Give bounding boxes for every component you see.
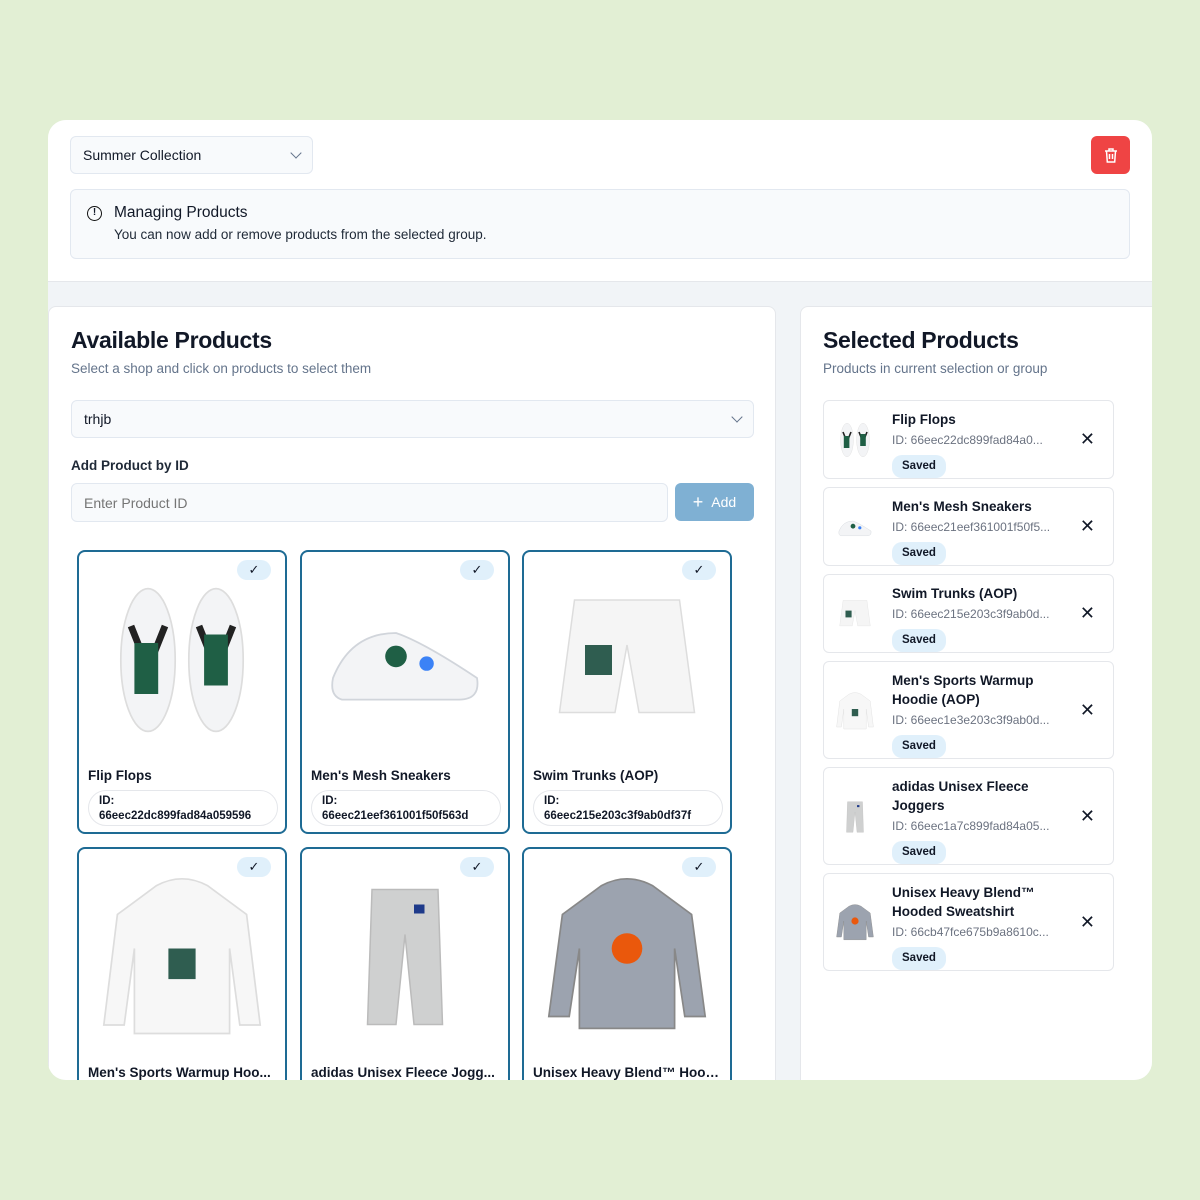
shop-select-value: trhjb bbox=[84, 411, 112, 427]
product-card[interactable]: ✓ adidas Unisex Fleece Jogg... bbox=[300, 847, 510, 1080]
plus-icon: + bbox=[692, 491, 704, 512]
app-frame: Summer Collection ! Managing Products Yo… bbox=[48, 120, 1152, 1080]
status-badge: Saved bbox=[892, 455, 946, 478]
product-thumbnail bbox=[834, 506, 876, 548]
add-product-button[interactable]: + Add bbox=[675, 483, 754, 521]
selected-products-panel: Selected Products Products in current se… bbox=[800, 306, 1152, 1080]
product-card[interactable]: ✓ Flip Flops ID: 66eec22dc899fad84a059596 bbox=[77, 550, 287, 834]
product-name: Men's Mesh Sneakers bbox=[311, 768, 451, 783]
id-value: 66eec215e203c3f9ab0df37f bbox=[544, 810, 692, 822]
id-label: ID: bbox=[99, 795, 115, 807]
item-name: Flip Flops bbox=[892, 412, 956, 427]
product-thumbnail bbox=[834, 796, 876, 838]
product-card[interactable]: ✓ Swim Trunks (AOP) ID: 66eec215e203c3f9a… bbox=[522, 550, 732, 834]
selected-item: Men's Mesh Sneakers ID: 66eec21eef361001f… bbox=[823, 487, 1114, 566]
id-value: 66eec21eef361001f50f563d bbox=[322, 810, 469, 822]
product-image bbox=[312, 859, 498, 1055]
add-by-id-label: Add Product by ID bbox=[71, 458, 189, 473]
product-id: ID: 66eec215e203c3f9ab0df37f bbox=[533, 790, 723, 826]
id-value: 66eec22dc899fad84a059596 bbox=[99, 810, 252, 822]
item-name: adidas Unisex Fleece Joggers bbox=[892, 779, 1029, 813]
status-badge: Saved bbox=[892, 629, 946, 652]
chevron-down-icon bbox=[290, 147, 302, 159]
status-badge: Saved bbox=[892, 947, 946, 970]
chevron-down-icon bbox=[731, 411, 743, 423]
product-card[interactable]: ✓ Unisex Heavy Blend™ Hood... bbox=[522, 847, 732, 1080]
product-image bbox=[312, 562, 498, 758]
item-id: ID: 66eec1a7c899fad84a05... bbox=[892, 819, 1050, 833]
trash-icon bbox=[1104, 147, 1117, 163]
status-badge: Saved bbox=[892, 735, 946, 758]
product-id: ID: 66eec22dc899fad84a059596 bbox=[88, 790, 278, 826]
selected-item: Swim Trunks (AOP) ID: 66eec215e203c3f9ab0… bbox=[823, 574, 1114, 653]
product-id: ID: 66eec21eef361001f50f563d bbox=[311, 790, 501, 826]
group-select-value: Summer Collection bbox=[83, 147, 202, 163]
available-title: Available Products bbox=[71, 327, 272, 353]
selected-title: Selected Products bbox=[823, 327, 1019, 353]
product-thumbnail bbox=[834, 902, 876, 944]
add-button-label: Add bbox=[711, 494, 737, 510]
product-image bbox=[89, 859, 275, 1055]
selected-item: Flip Flops ID: 66eec22dc899fad84a0... Save… bbox=[823, 400, 1114, 479]
selected-item: Men's Sports Warmup Hoodie (AOP) ID: 66ee… bbox=[823, 661, 1114, 759]
product-id-input[interactable] bbox=[71, 483, 668, 522]
status-badge: Saved bbox=[892, 841, 946, 864]
product-name: Men's Sports Warmup Hoo... bbox=[88, 1065, 271, 1080]
item-id: ID: 66eec215e203c3f9ab0d... bbox=[892, 607, 1050, 621]
product-name: adidas Unisex Fleece Jogg... bbox=[311, 1065, 495, 1080]
id-label: ID: bbox=[544, 795, 560, 807]
remove-item-button[interactable]: ✕ bbox=[1080, 912, 1095, 933]
item-id: ID: 66eec21eef361001f50f5... bbox=[892, 520, 1051, 534]
item-id: ID: 66cb47fce675b9a8610c... bbox=[892, 925, 1049, 939]
item-id: ID: 66eec22dc899fad84a0... bbox=[892, 433, 1043, 447]
status-badge: Saved bbox=[892, 542, 946, 565]
remove-item-button[interactable]: ✕ bbox=[1080, 516, 1095, 537]
selected-item: Unisex Heavy Blend™ Hooded Sweatshirt ID:… bbox=[823, 873, 1114, 971]
item-name: Unisex Heavy Blend™ Hooded Sweatshirt bbox=[892, 885, 1035, 919]
product-image bbox=[89, 562, 275, 758]
product-name: Unisex Heavy Blend™ Hood... bbox=[533, 1065, 723, 1080]
item-name: Men's Sports Warmup Hoodie (AOP) bbox=[892, 673, 1034, 707]
selected-subtitle: Products in current selection or group bbox=[823, 361, 1048, 376]
product-card[interactable]: ✓ Men's Mesh Sneakers ID: 66eec21eef36100… bbox=[300, 550, 510, 834]
alert-title: Managing Products bbox=[114, 204, 248, 221]
alert-circle-icon: ! bbox=[87, 206, 102, 221]
group-select[interactable]: Summer Collection bbox=[70, 136, 313, 174]
group-header: Summer Collection ! Managing Products Yo… bbox=[48, 120, 1152, 282]
available-subtitle: Select a shop and click on products to s… bbox=[71, 361, 372, 376]
product-image bbox=[534, 562, 720, 758]
product-card[interactable]: ✓ Men's Sports Warmup Hoo... bbox=[77, 847, 287, 1080]
product-name: Flip Flops bbox=[88, 768, 152, 783]
product-thumbnail bbox=[834, 419, 876, 461]
item-name: Swim Trunks (AOP) bbox=[892, 586, 1018, 601]
delete-group-button[interactable] bbox=[1091, 136, 1130, 174]
info-alert: ! Managing Products You can now add or r… bbox=[70, 189, 1130, 259]
remove-item-button[interactable]: ✕ bbox=[1080, 429, 1095, 450]
alert-description: You can now add or remove products from … bbox=[114, 227, 487, 242]
id-label: ID: bbox=[322, 795, 338, 807]
product-name: Swim Trunks (AOP) bbox=[533, 768, 659, 783]
available-products-panel: Available Products Select a shop and cli… bbox=[48, 306, 776, 1080]
product-thumbnail bbox=[834, 593, 876, 635]
remove-item-button[interactable]: ✕ bbox=[1080, 603, 1095, 624]
shop-select[interactable]: trhjb bbox=[71, 400, 754, 438]
item-id: ID: 66eec1e3e203c3f9ab0d... bbox=[892, 713, 1050, 727]
item-name: Men's Mesh Sneakers bbox=[892, 499, 1032, 514]
remove-item-button[interactable]: ✕ bbox=[1080, 806, 1095, 827]
selected-item: adidas Unisex Fleece Joggers ID: 66eec1a7… bbox=[823, 767, 1114, 865]
product-image bbox=[534, 859, 720, 1055]
remove-item-button[interactable]: ✕ bbox=[1080, 700, 1095, 721]
product-thumbnail bbox=[834, 690, 876, 732]
